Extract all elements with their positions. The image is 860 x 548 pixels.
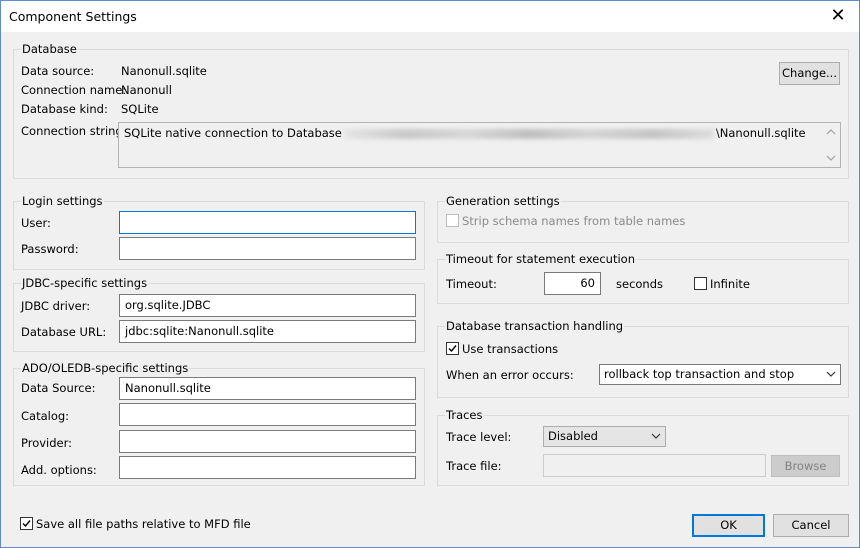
timeout-group-title: Timeout for statement execution [445, 252, 637, 266]
checkmark-icon [22, 520, 31, 528]
ado-data-source-input[interactable]: Nanonull.sqlite [119, 377, 416, 400]
catalog-input[interactable] [119, 403, 416, 426]
cancel-button[interactable]: Cancel [773, 514, 849, 537]
seconds-label: seconds [616, 277, 664, 291]
connection-string-label: Connection string: [21, 124, 127, 138]
jdbc-group-title: JDBC-specific settings [21, 276, 149, 290]
ado-data-source-label: Data Source: [21, 381, 96, 395]
trace-level-label: Trace level: [446, 430, 512, 444]
error-action-select[interactable]: rollback top transaction and stop [599, 364, 841, 385]
user-input[interactable] [119, 211, 416, 234]
timeout-label: Timeout: [446, 277, 497, 291]
password-input[interactable] [119, 237, 416, 260]
data-source-label: Data source: [21, 64, 95, 78]
password-label: Password: [21, 242, 79, 256]
database-url-input[interactable]: jdbc:sqlite:Nanonull.sqlite [119, 320, 416, 343]
connection-name-value: Nanonull [121, 83, 172, 97]
connection-string-scrollbar[interactable] [823, 124, 839, 166]
database-url-label: Database URL: [21, 325, 107, 339]
login-group-title: Login settings [21, 194, 104, 208]
trace-level-value: Disabled [548, 429, 598, 443]
connection-string-prefix: SQLite native connection to Database [124, 126, 342, 140]
dialog-title: Component Settings [9, 9, 137, 24]
trace-level-select[interactable]: Disabled [543, 426, 666, 447]
provider-input[interactable] [119, 430, 416, 453]
connection-string-suffix: \Nanonull.sqlite [715, 126, 806, 140]
connection-string-field[interactable]: SQLite native connection to Database \Nan… [118, 122, 841, 168]
close-icon[interactable]: ✕ [823, 4, 853, 28]
connection-name-label: Connection name: [21, 83, 127, 97]
redacted-path [343, 128, 714, 139]
chevron-down-icon [826, 371, 836, 377]
use-transactions-checkbox[interactable] [446, 342, 459, 355]
trace-file-input[interactable] [543, 454, 766, 477]
title-bar: Component Settings ✕ [1, 1, 859, 32]
transaction-group-title: Database transaction handling [445, 319, 625, 333]
traces-group-title: Traces [445, 408, 484, 422]
checkmark-icon [448, 345, 457, 353]
trace-file-label: Trace file: [446, 459, 502, 473]
error-action-value: rollback top transaction and stop [604, 367, 795, 381]
jdbc-driver-input[interactable]: org.sqlite.JDBC [119, 294, 416, 317]
database-group-title: Database [21, 42, 78, 56]
save-paths-checkbox[interactable] [20, 517, 33, 530]
strip-schema-label: Strip schema names from table names [462, 214, 686, 228]
infinite-checkbox[interactable] [694, 277, 707, 290]
error-occurs-label: When an error occurs: [446, 368, 574, 382]
add-options-label: Add. options: [21, 463, 97, 477]
infinite-label: Infinite [710, 277, 750, 291]
change-button[interactable]: Change... [779, 62, 840, 85]
database-kind-label: Database kind: [21, 102, 108, 116]
catalog-label: Catalog: [21, 409, 70, 423]
user-label: User: [21, 216, 51, 230]
chevron-down-icon [651, 433, 661, 439]
use-transactions-label: Use transactions [462, 342, 559, 356]
scrollbar-arrows-icon [826, 129, 836, 161]
add-options-input[interactable] [119, 456, 416, 479]
strip-schema-checkbox[interactable] [446, 214, 459, 227]
timeout-input[interactable]: 60 [544, 272, 601, 295]
data-source-value: Nanonull.sqlite [121, 64, 207, 78]
transaction-handling-group: Database transaction handling [437, 319, 849, 398]
jdbc-driver-label: JDBC driver: [21, 299, 91, 313]
provider-label: Provider: [21, 436, 73, 450]
database-kind-value: SQLite [121, 102, 159, 116]
component-settings-dialog: Component Settings ✕ Database Data sourc… [0, 0, 860, 548]
browse-button[interactable]: Browse [771, 455, 840, 477]
generation-group-title: Generation settings [445, 194, 561, 208]
save-paths-label: Save all file paths relative to MFD file [36, 517, 251, 531]
ado-group-title: ADO/OLEDB-specific settings [21, 361, 190, 375]
ok-button[interactable]: OK [692, 514, 765, 537]
